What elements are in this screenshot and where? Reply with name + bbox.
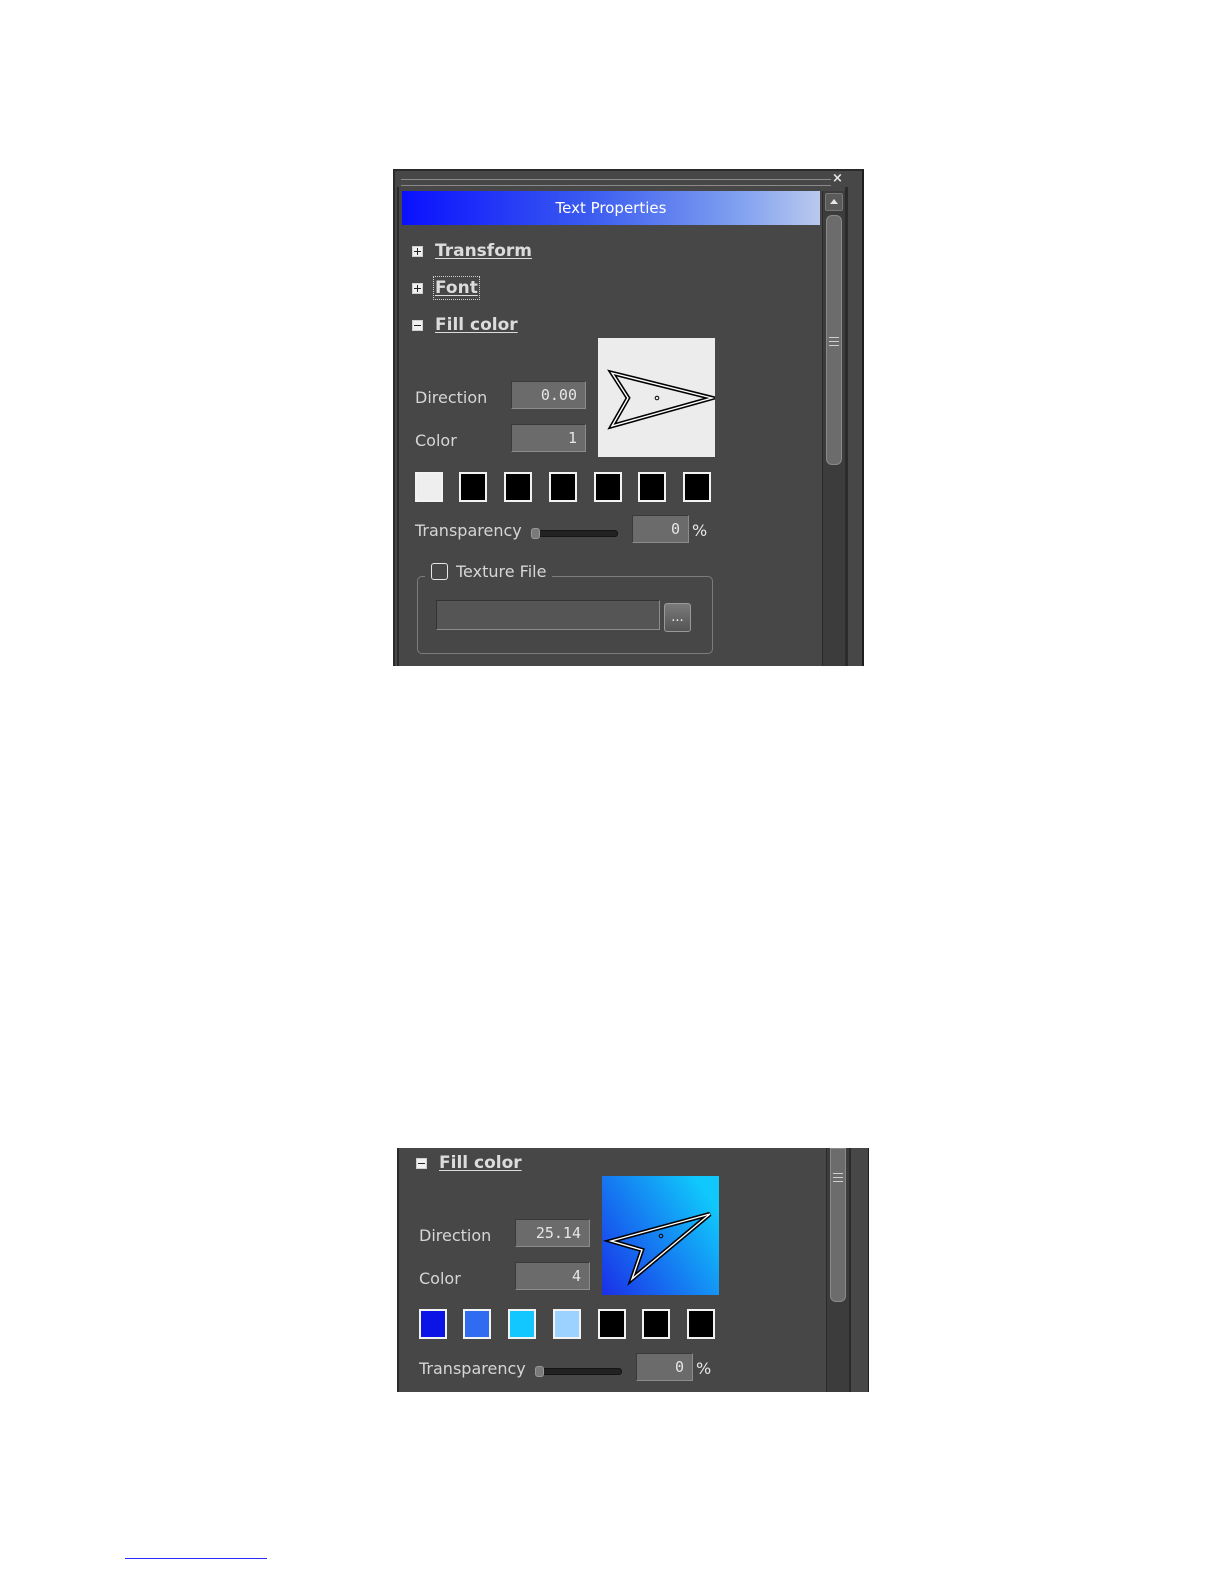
thumb-grip-line: [829, 337, 839, 338]
scroll-thumb[interactable]: [830, 1148, 846, 1302]
color-swatch-2[interactable]: [459, 472, 487, 502]
percent-label: %: [692, 521, 708, 540]
color-swatch-7[interactable]: [687, 1309, 715, 1339]
close-icon[interactable]: ×: [832, 172, 843, 186]
texture-path-input[interactable]: [436, 600, 660, 630]
direction-field[interactable]: 0.00: [511, 381, 586, 409]
color-label: Color: [415, 431, 457, 450]
color-swatch-3[interactable]: [504, 472, 532, 502]
transparency-field[interactable]: 0: [632, 515, 689, 543]
color-swatch-7[interactable]: [683, 472, 711, 502]
thumb-grip-line: [829, 341, 839, 342]
section-label: Fill color: [435, 315, 518, 335]
transparency-slider[interactable]: [532, 530, 618, 537]
color-count-field[interactable]: 4: [515, 1262, 590, 1290]
thumb-grip-line: [833, 1181, 843, 1182]
transparency-slider-knob[interactable]: [535, 1366, 544, 1377]
color-swatch-1[interactable]: [415, 472, 443, 502]
text-properties-panel: × Text Properties Transform Font Fill co…: [393, 169, 864, 666]
footnote-separator: [125, 1558, 267, 1559]
vertical-scrollbar[interactable]: [822, 191, 845, 666]
percent-label: %: [696, 1359, 712, 1378]
transparency-field[interactable]: 0: [636, 1353, 693, 1381]
transparency-label: Transparency: [415, 521, 522, 540]
color-swatch-3[interactable]: [508, 1309, 536, 1339]
section-label: Font: [433, 276, 480, 300]
texture-file-label: Texture File: [456, 562, 547, 581]
panel-frame: [397, 187, 399, 666]
section-label: Transform: [435, 241, 532, 261]
section-fill-color[interactable]: Fill color: [412, 315, 518, 335]
color-label: Color: [419, 1269, 461, 1288]
direction-field[interactable]: 25.14: [515, 1219, 590, 1247]
direction-label: Direction: [415, 388, 488, 407]
thumb-grip-line: [833, 1177, 843, 1178]
minus-box-icon[interactable]: [412, 319, 423, 331]
panel-frame: [845, 187, 848, 666]
thumb-grip-line: [833, 1173, 843, 1174]
section-font[interactable]: Font: [412, 276, 480, 300]
panel-title: Text Properties: [402, 191, 820, 225]
direction-preview[interactable]: [602, 1176, 719, 1295]
scroll-thumb[interactable]: [826, 215, 842, 465]
plus-box-icon[interactable]: [412, 282, 423, 294]
section-transform[interactable]: Transform: [412, 241, 532, 261]
color-swatch-1[interactable]: [419, 1309, 447, 1339]
color-swatch-5[interactable]: [594, 472, 622, 502]
browse-button[interactable]: ...: [664, 603, 691, 632]
direction-arrow-preview: [598, 338, 715, 457]
color-swatch-6[interactable]: [638, 472, 666, 502]
scroll-up-arrow-icon[interactable]: [825, 193, 843, 211]
color-swatch-5[interactable]: [598, 1309, 626, 1339]
direction-preview[interactable]: [598, 338, 715, 457]
vertical-scrollbar[interactable]: [826, 1148, 849, 1392]
plus-box-icon[interactable]: [412, 245, 423, 257]
texture-file-legend[interactable]: Texture File: [425, 562, 553, 581]
transparency-label: Transparency: [419, 1359, 526, 1378]
section-label: Fill color: [439, 1153, 522, 1173]
color-swatch-6[interactable]: [642, 1309, 670, 1339]
direction-arrow-preview: [602, 1176, 719, 1295]
fill-color-panel-detail: Fill color Direction 25.14 Color 4 Trans…: [397, 1148, 869, 1392]
color-swatch-4[interactable]: [553, 1309, 581, 1339]
texture-file-checkbox[interactable]: [431, 563, 448, 580]
transparency-slider-knob[interactable]: [531, 528, 540, 539]
thumb-grip-line: [829, 345, 839, 346]
color-count-field[interactable]: 1: [511, 424, 586, 452]
direction-label: Direction: [419, 1226, 492, 1245]
panel-frame: [868, 1148, 869, 1392]
color-swatch-2[interactable]: [463, 1309, 491, 1339]
color-swatch-4[interactable]: [549, 472, 577, 502]
minus-box-icon[interactable]: [416, 1157, 427, 1169]
section-fill-color[interactable]: Fill color: [416, 1153, 522, 1173]
panel-drag-grip[interactable]: [401, 179, 831, 186]
transparency-slider[interactable]: [536, 1368, 622, 1375]
